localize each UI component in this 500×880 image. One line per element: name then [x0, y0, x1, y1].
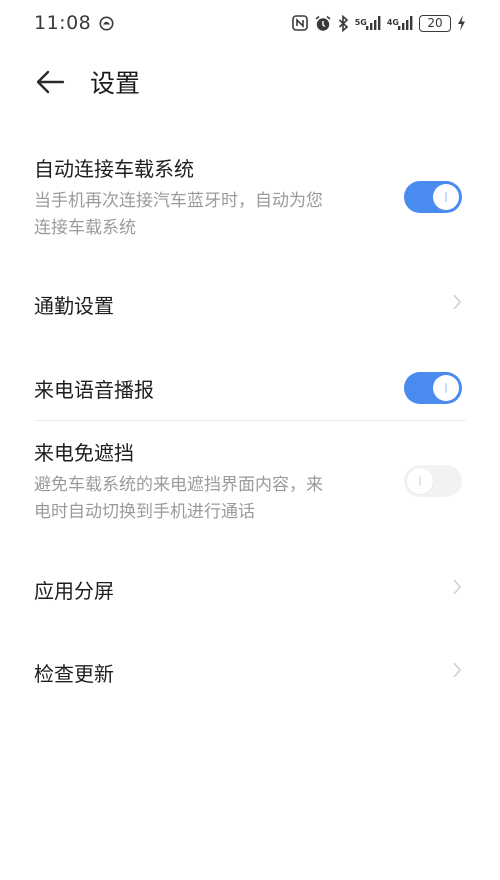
setting-title: 来电语音播报 [34, 377, 154, 402]
signal-bars-icon [398, 16, 413, 30]
setting-title: 检查更新 [34, 661, 114, 686]
divider [34, 420, 466, 421]
setting-split-screen[interactable]: 应用分屏 [0, 565, 500, 613]
auto-connect-toggle[interactable] [404, 181, 462, 213]
back-arrow-icon [36, 70, 65, 94]
page-title: 设置 [90, 69, 141, 98]
bluetooth-icon [338, 14, 349, 32]
toggle-knob [433, 375, 459, 401]
setting-check-update[interactable]: 检查更新 [0, 648, 500, 696]
battery-icon: 20 [419, 14, 451, 32]
back-button[interactable] [34, 66, 66, 98]
setting-description: 避免车载系统的来电遮挡界面内容，来 电时自动切换到手机进行通话 [34, 474, 323, 522]
charging-icon [457, 15, 466, 31]
setting-auto-connect[interactable]: 自动连接车载系统 当手机再次连接汽车蓝牙时，自动为您 连接车载系统 [0, 150, 500, 244]
call-no-overlay-toggle[interactable] [404, 465, 462, 497]
setting-description: 当手机再次连接汽车蓝牙时，自动为您 连接车载系统 [34, 190, 323, 238]
toggle-knob [407, 468, 433, 494]
setting-title: 自动连接车载系统 [34, 156, 194, 181]
chevron-right-icon [452, 293, 462, 315]
setting-title: 来电免遮挡 [34, 440, 134, 465]
battery-level: 20 [427, 15, 443, 30]
signal-4g-group: 4G [387, 15, 413, 31]
header: 设置 [0, 56, 500, 108]
alarm-icon [314, 15, 332, 32]
chevron-right-icon [452, 578, 462, 600]
call-voice-broadcast-toggle[interactable] [404, 372, 462, 404]
nfc-icon [291, 15, 308, 31]
status-time: 11:08 [34, 12, 92, 34]
setting-call-voice-broadcast[interactable]: 来电语音播报 [0, 364, 500, 412]
setting-title: 应用分屏 [34, 578, 114, 603]
signal-bars-icon [365, 16, 381, 30]
settings-page: 11:08 5G 4G 20 设置 自动连接车载系统 当手机再次连接汽车蓝牙时，… [0, 0, 500, 880]
setting-title: 通勤设置 [34, 293, 114, 318]
status-bar: 11:08 5G 4G 20 [0, 0, 500, 46]
setting-commute[interactable]: 通勤设置 [0, 280, 500, 328]
setting-call-no-overlay[interactable]: 来电免遮挡 避免车载系统的来电遮挡界面内容，来 电时自动切换到手机进行通话 [0, 434, 500, 528]
face-notification-icon [99, 16, 114, 31]
chevron-right-icon [452, 661, 462, 683]
signal-5g-group: 5G [355, 15, 381, 31]
toggle-knob [433, 184, 459, 210]
